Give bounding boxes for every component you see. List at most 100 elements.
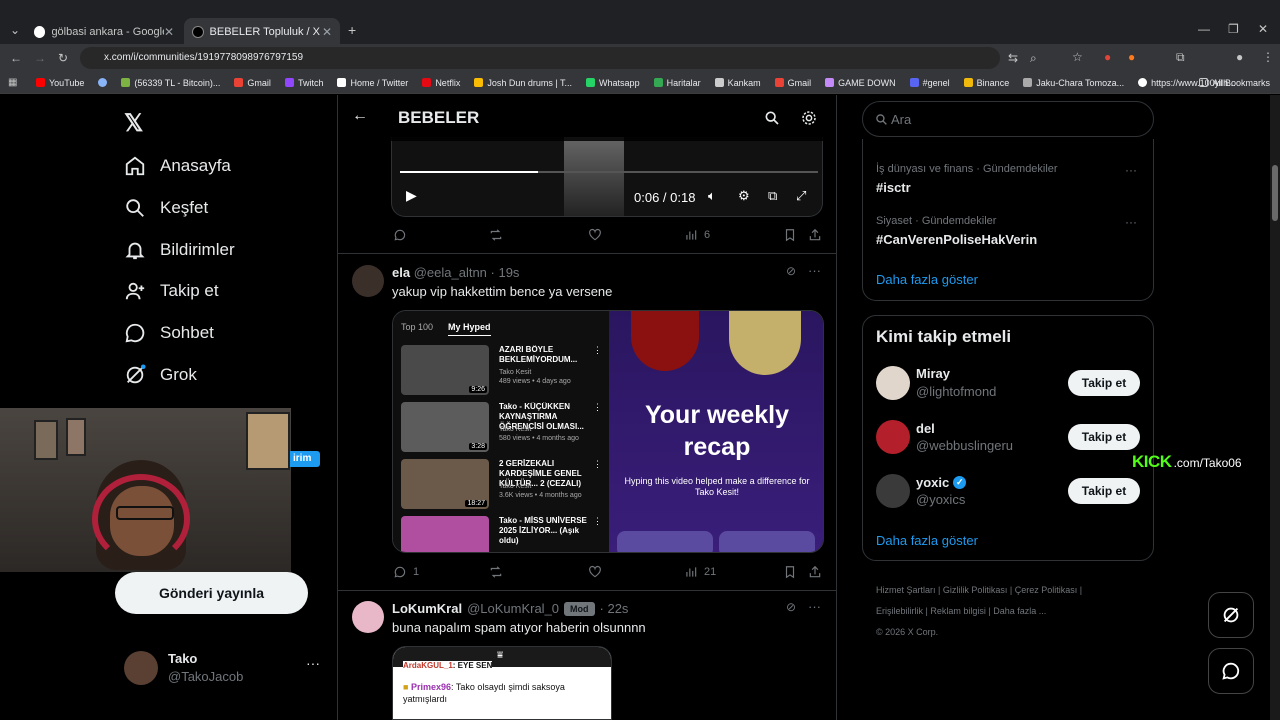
author-name[interactable]: LoKumKral <box>392 601 462 616</box>
share-button[interactable] <box>808 228 822 242</box>
bookmark-button[interactable] <box>783 228 797 242</box>
footer-link[interactable]: Daha fazla ... <box>993 606 1046 616</box>
minimize-icon[interactable]: — <box>1198 22 1210 36</box>
x-logo-icon[interactable]: 𝕏 <box>124 109 143 138</box>
author-name[interactable]: ela <box>392 265 410 280</box>
scrollbar[interactable] <box>1270 95 1280 720</box>
avatar[interactable] <box>876 474 910 508</box>
post-media[interactable]: ⩸ ArdaKGUL_1: EYE SEN ■ Primex96: Tako o… <box>392 646 612 720</box>
author-handle[interactable]: @LoKumKral_0 <box>467 601 559 616</box>
reply-button[interactable] <box>393 228 407 242</box>
kebab-icon[interactable]: ⋮ <box>593 459 602 470</box>
fullscreen-icon[interactable]: ⤢ <box>796 188 806 204</box>
gear-icon[interactable] <box>800 109 818 127</box>
bookmark-item[interactable]: Jaku-Chara Tomoza... <box>1023 78 1124 88</box>
footer-link[interactable]: Çerez Politikası <box>1015 585 1078 595</box>
reload-icon[interactable]: ↻ <box>58 51 68 65</box>
back-icon[interactable]: ← <box>10 51 22 65</box>
show-more-link[interactable]: Daha fazla göster <box>876 533 978 548</box>
bookmark-item[interactable] <box>98 78 108 87</box>
nav-grok[interactable]: Grok <box>124 364 197 386</box>
close-icon[interactable]: ✕ <box>322 25 332 39</box>
trend-item[interactable]: #isctr <box>876 180 911 195</box>
messages-float-button[interactable] <box>1208 648 1254 694</box>
menu-icon[interactable]: ⋮ <box>1262 50 1274 64</box>
bookmark-item[interactable]: Netflix <box>422 78 460 88</box>
grok-icon[interactable]: ⊘ <box>786 264 796 278</box>
bookmark-item[interactable]: #genel <box>909 78 950 88</box>
forward-icon[interactable]: → <box>34 51 46 65</box>
hyped-video-item[interactable]: 18:27 2 GERİZEKALI KARDEŞİMLE GENEL KÜLTÜ… <box>401 459 605 511</box>
zoom-icon[interactable]: ⌕ <box>1030 51 1037 66</box>
bookmark-item[interactable]: Home / Twitter <box>337 78 408 88</box>
extensions-icon[interactable]: ⧉ <box>1176 50 1185 65</box>
views-button[interactable]: 21 <box>684 565 716 579</box>
post-time[interactable]: · 22s <box>600 601 629 616</box>
user-name[interactable]: Miray <box>916 366 950 381</box>
bookmark-item[interactable]: GAME DOWN <box>825 78 896 88</box>
hyped-video-item[interactable]: 9:26 AZARI BÖYLE BEKLEMİYORDUM... Tako Kes… <box>401 345 605 397</box>
reply-button[interactable]: 1 <box>393 565 419 579</box>
user-handle[interactable]: @yoxics <box>916 492 965 507</box>
user-handle[interactable]: @webbuslingeru <box>916 438 1013 453</box>
kebab-icon[interactable]: ⋮ <box>593 402 602 413</box>
maximize-icon[interactable]: ❐ <box>1228 22 1239 36</box>
search-icon[interactable] <box>764 110 780 126</box>
bookmark-item[interactable]: YouTube <box>36 78 84 88</box>
share-button[interactable] <box>808 565 822 579</box>
bookmark-item[interactable]: Twitch <box>284 78 323 88</box>
url-input[interactable]: x.com/i/communities/1919778098976797159 <box>80 47 1000 69</box>
search-input[interactable]: Ara <box>862 101 1154 137</box>
scrollbar-thumb[interactable] <box>1272 165 1278 221</box>
volume-icon[interactable]: 🔈︎ <box>708 188 716 204</box>
avatar[interactable] <box>876 420 910 454</box>
star-icon[interactable]: ☆ <box>1072 50 1083 64</box>
profile-icon[interactable]: ● <box>1236 50 1243 64</box>
bookmark-item[interactable]: Gmail <box>774 78 811 88</box>
post-time[interactable]: · 19s <box>491 265 520 280</box>
nav-home[interactable]: Anasayfa <box>124 155 231 177</box>
tab-google[interactable]: gölbasi ankara - Google'da Ara ✕ <box>26 18 182 46</box>
avatar[interactable] <box>352 265 384 297</box>
new-tab-icon[interactable]: + <box>348 22 356 38</box>
like-button[interactable] <box>588 228 602 242</box>
bookmark-item[interactable]: Haritalar <box>653 78 701 88</box>
bookmark-item[interactable]: Josh Dun drums | T... <box>474 78 572 88</box>
follow-button[interactable]: Takip et <box>1068 370 1140 396</box>
repost-button[interactable] <box>489 565 503 579</box>
views-button[interactable]: 6 <box>684 228 710 242</box>
tab-x[interactable]: BEBELER Topluluk / X ✕ <box>184 18 340 46</box>
account-switcher[interactable]: Tako @TakoJacob ··· <box>124 649 324 689</box>
footer-link[interactable]: Erişilebilirlik <box>876 606 923 616</box>
kebab-icon[interactable]: ⋮ <box>593 345 602 356</box>
grok-float-button[interactable] <box>1208 592 1254 638</box>
show-more-link[interactable]: Daha fazla göster <box>876 272 978 287</box>
apps-icon[interactable]: ▦ <box>8 77 17 88</box>
tab-list-icon[interactable]: ⌄ <box>10 23 20 37</box>
play-icon[interactable]: ▶ <box>406 187 417 204</box>
footer-link[interactable]: Hizmet Şartları <box>876 585 936 595</box>
pip-icon[interactable]: ⧉ <box>768 188 777 204</box>
author-handle[interactable]: @eela_altnn <box>414 265 487 280</box>
more-icon[interactable]: ··· <box>808 599 821 614</box>
bookmark-item[interactable]: Gmail <box>234 78 271 88</box>
hyped-video-item[interactable]: Tako - MİSS UNİVERSE 2025 İZLİYOR... (Aş… <box>401 516 605 552</box>
nav-chat[interactable]: Sohbet <box>124 322 214 344</box>
more-icon[interactable]: ··· <box>1125 163 1137 177</box>
avatar[interactable] <box>876 366 910 400</box>
footer-link[interactable]: Reklam bilgisi <box>930 606 986 616</box>
more-icon[interactable]: ··· <box>1125 215 1137 229</box>
repost-button[interactable] <box>489 228 503 242</box>
footer-link[interactable]: Gizlilik Politikası <box>943 585 1008 595</box>
user-name[interactable]: del <box>916 421 935 436</box>
avatar[interactable] <box>352 601 384 633</box>
extension-icon[interactable]: ● <box>1128 50 1135 64</box>
all-bookmarks[interactable]: All Bookmarks <box>1199 78 1270 88</box>
bookmark-item[interactable]: Kankam <box>714 78 761 88</box>
nav-notifications[interactable]: Bildirimler <box>124 239 235 261</box>
like-button[interactable] <box>588 565 602 579</box>
trend-item[interactable]: #CanVerenPoliseHakVerin <box>876 232 1037 247</box>
settings-icon[interactable]: ⚙ <box>738 188 750 204</box>
user-handle[interactable]: @lightofmond <box>916 384 996 399</box>
bookmark-item[interactable]: Binance <box>963 78 1009 88</box>
